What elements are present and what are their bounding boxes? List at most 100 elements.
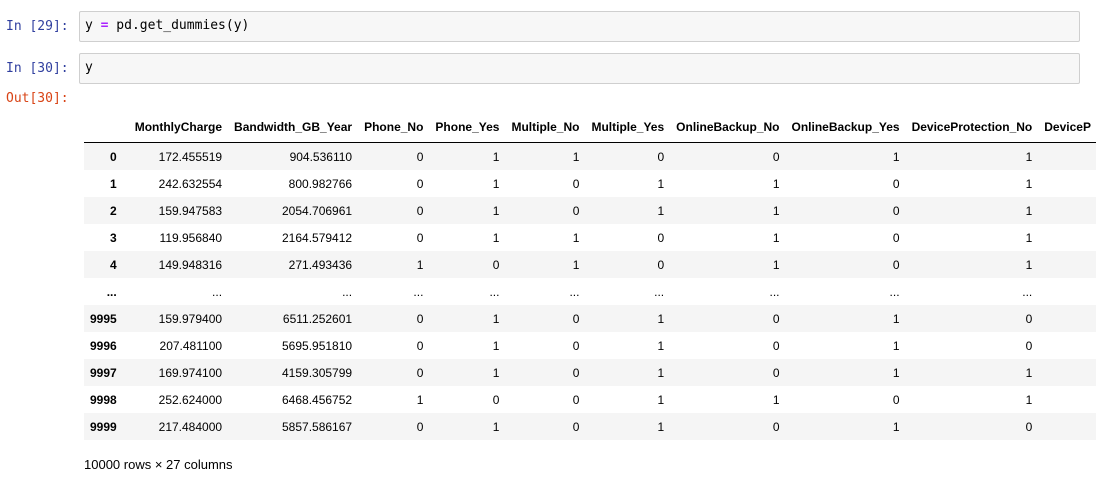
row-index: 0 [110,149,117,164]
table-cell: 1 [492,338,500,353]
table-cell: 0 [572,419,580,434]
index-header [84,111,129,143]
column-header: Multiple_Yes [585,111,671,143]
column-header: Phone_Yes [429,111,506,143]
table-cell: ... [1022,284,1033,299]
column-header: Bandwidth_GB_Year [228,111,359,143]
table-cell [1038,413,1096,440]
table-cell: 1 [772,257,780,272]
table-cell: 217.484000 [158,419,223,434]
table-cell: 0 [416,230,424,245]
row-index: 1 [110,176,117,191]
table-cell: 904.536110 [289,149,353,164]
table-cell: 1 [1025,176,1033,191]
table-cell: 0 [572,203,580,218]
table-cell: 1 [492,203,500,218]
column-header: DeviceP [1038,111,1096,143]
table-cell: 1 [1025,230,1033,245]
table-row: 9999 217.484000 5857.586167 0 1 0 1 0 1 0 [84,413,1096,440]
table-cell [1038,359,1096,386]
table-cell: ... [654,284,665,299]
table-cell: 0 [772,311,780,326]
code-input-cell-29[interactable]: y = pd.get_dummies(y) [79,11,1080,42]
table-row: 9997 169.974100 4159.305799 0 1 0 1 0 1 1 [84,359,1096,386]
column-header: Phone_No [358,111,430,143]
table-cell: 1 [657,392,665,407]
table-cell: 1 [772,176,780,191]
input-prompt-29: In [29]: [6,19,69,34]
table-cell: ... [413,284,424,299]
table-cell [1038,278,1096,305]
table-cell: 0 [416,203,424,218]
table-cell: 0 [892,203,900,218]
table-cell: ... [769,284,780,299]
column-header: OnlineBackup_Yes [785,111,906,143]
table-cell: 0 [657,149,665,164]
table-cell: 5857.586167 [282,419,353,434]
table-cell: 1 [657,365,665,380]
table-cell: 1 [892,365,900,380]
table-cell: 0 [772,338,780,353]
code-input-cell-30[interactable]: y [79,53,1080,84]
table-cell: 6468.456752 [282,392,353,407]
table-cell: 0 [572,392,580,407]
table-cell: 1 [1025,203,1033,218]
table-cell [1038,305,1096,332]
table-cell: 0 [572,311,580,326]
table-cell: 1 [892,311,900,326]
table-cell: 0 [572,176,580,191]
table-cell: 1 [492,419,500,434]
table-cell: 1 [416,257,424,272]
table-cell [1038,224,1096,251]
row-index: 9999 [90,419,117,434]
row-index: 2 [110,203,117,218]
table-cell: 1 [772,203,780,218]
table-cell: 1 [772,392,780,407]
table-cell: 0 [657,257,665,272]
table-row: 4 149.948316 271.493436 1 0 1 0 1 0 1 [84,251,1096,278]
table-cell: 119.956840 [159,230,223,245]
table-cell: 0 [416,176,424,191]
table-cell: 1 [892,419,900,434]
row-index: 9997 [90,365,117,380]
table-cell: 1 [416,392,424,407]
table-cell: 0 [892,257,900,272]
table-cell: 1 [657,338,665,353]
table-cell: 0 [416,149,424,164]
table-row: 2 159.947583 2054.706961 0 1 0 1 1 0 1 [84,197,1096,224]
table-cell: ... [212,284,223,299]
table-cell: 169.974100 [158,365,223,380]
table-cell [1038,143,1096,171]
table-cell: 172.455519 [158,149,223,164]
table-cell: 242.632554 [158,176,223,191]
table-cell: 1 [657,419,665,434]
table-cell: 0 [1025,311,1033,326]
table-cell: 4159.305799 [282,365,353,380]
code-text-30: y [85,60,93,75]
table-cell: ... [342,284,353,299]
table-cell: 0 [657,230,665,245]
table-cell: 1 [892,149,900,164]
table-cell: 1 [1025,392,1033,407]
table-row: 9995 159.979400 6511.252601 0 1 0 1 0 1 0 [84,305,1096,332]
table-cell: 0 [1025,419,1033,434]
table-cell: 0 [492,392,500,407]
table-cell: 6511.252601 [282,311,353,326]
row-index: 9998 [90,392,117,407]
row-index: 9995 [90,311,117,326]
table-cell: 159.947583 [158,203,223,218]
table-cell [1038,332,1096,359]
table-cell: 159.979400 [158,311,223,326]
table-cell [1038,251,1096,278]
table-cell: 0 [492,257,500,272]
table-row: 3 119.956840 2164.579412 0 1 1 0 1 0 1 [84,224,1096,251]
table-cell: 1 [492,230,500,245]
table-cell: 1 [492,176,500,191]
table-row: 0 172.455519 904.536110 0 1 1 0 0 1 1 [84,142,1096,171]
table-cell: 5695.951810 [282,338,353,353]
table-cell: 1 [1025,365,1033,380]
table-cell: ... [569,284,580,299]
table-row: .............................. [84,278,1096,305]
table-cell: 0 [772,149,780,164]
table-cell: 0 [892,176,900,191]
